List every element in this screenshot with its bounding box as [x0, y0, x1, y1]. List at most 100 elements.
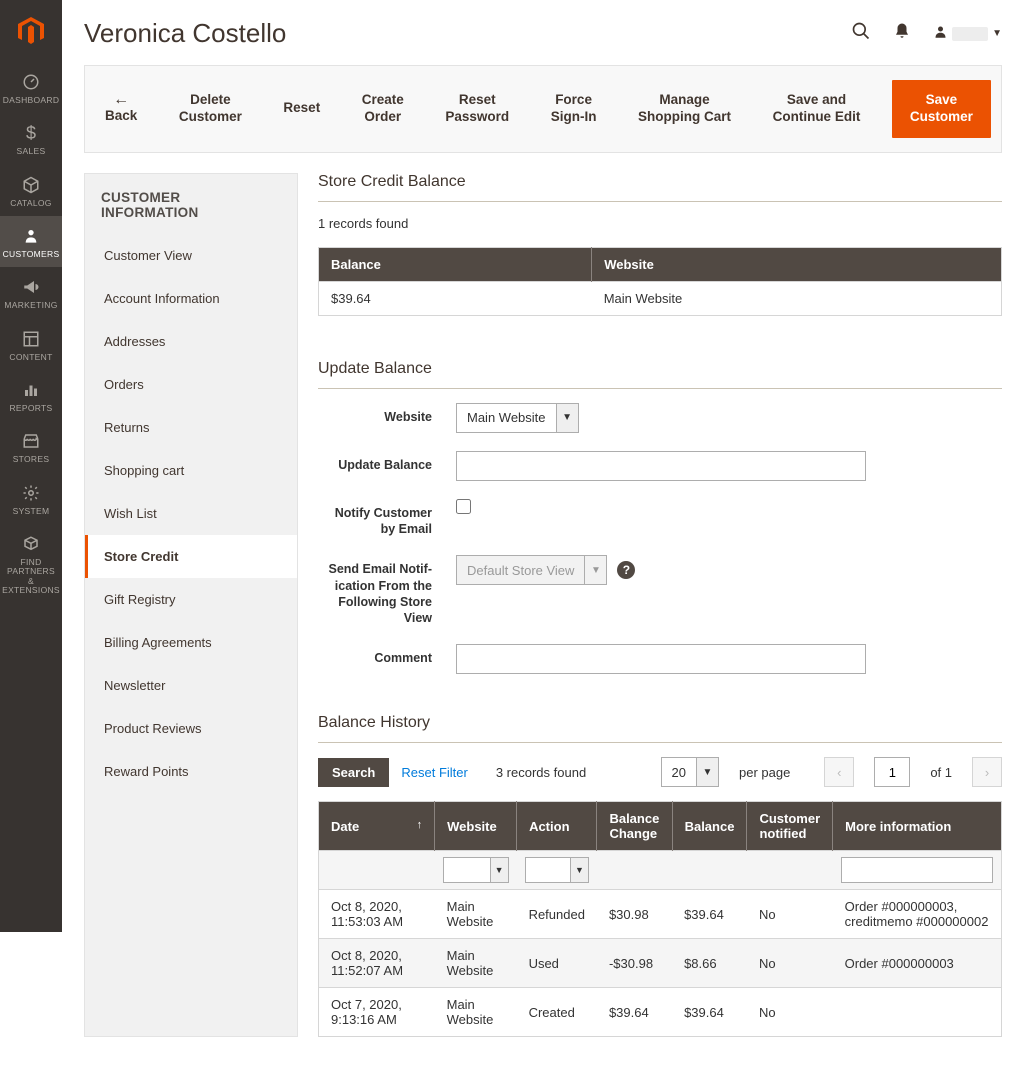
- history-row: Oct 8, 2020, 11:53:03 AM Main Website Re…: [319, 890, 1002, 939]
- delete-customer-button[interactable]: Delete Customer: [169, 86, 252, 132]
- chevron-down-icon: ▼: [570, 858, 588, 882]
- search-icon[interactable]: [851, 21, 871, 46]
- reset-password-button[interactable]: Reset Password: [435, 86, 519, 132]
- balance-col-website[interactable]: Website: [592, 247, 1002, 281]
- action-toolbar: ←Back Delete Customer Reset Create Order…: [84, 65, 1002, 153]
- avatar-icon: [933, 24, 948, 43]
- history-col-info[interactable]: More information: [833, 802, 1002, 851]
- chevron-down-icon: ▼: [584, 556, 606, 584]
- prev-page-button[interactable]: ‹: [824, 757, 854, 787]
- notify-label: Notify Customer by Email: [318, 499, 456, 538]
- tab-newsletter[interactable]: Newsletter: [85, 664, 297, 707]
- cube-icon: [22, 175, 40, 195]
- nav-dashboard[interactable]: DASHBOARD: [0, 62, 62, 113]
- tabs-title: CUSTOMER INFORMATION: [85, 174, 297, 234]
- history-col-notified[interactable]: Customer notified: [747, 802, 833, 851]
- website-label: Website: [318, 403, 456, 425]
- filter-action-select[interactable]: ▼: [525, 857, 589, 883]
- nav-sales[interactable]: $SALES: [0, 113, 62, 164]
- reset-filter-link[interactable]: Reset Filter: [401, 765, 467, 780]
- notify-checkbox[interactable]: [456, 499, 471, 514]
- nav-system[interactable]: SYSTEM: [0, 473, 62, 524]
- history-row: Oct 8, 2020, 11:52:07 AM Main Website Us…: [319, 939, 1002, 988]
- tab-store-credit[interactable]: Store Credit: [85, 535, 297, 578]
- tab-customer-view[interactable]: Customer View: [85, 234, 297, 277]
- tab-account-info[interactable]: Account Information: [85, 277, 297, 320]
- balance-row: $39.64 Main Website: [319, 281, 1002, 315]
- tab-gift-registry[interactable]: Gift Registry: [85, 578, 297, 621]
- bars-icon: [22, 380, 40, 400]
- magento-logo[interactable]: [0, 0, 62, 62]
- save-continue-button[interactable]: Save and Continue Edit: [763, 86, 871, 132]
- per-page-label: per page: [739, 765, 790, 780]
- history-table: Date↑ Website Action Balance Change Bala…: [318, 801, 1002, 1037]
- comment-input[interactable]: [456, 644, 866, 674]
- nav-customers[interactable]: CUSTOMERS: [0, 216, 62, 267]
- tab-product-reviews[interactable]: Product Reviews: [85, 707, 297, 750]
- chevron-down-icon: ▼: [490, 858, 508, 882]
- tab-shopping-cart[interactable]: Shopping cart: [85, 449, 297, 492]
- history-col-balance[interactable]: Balance: [672, 802, 747, 851]
- history-toolbar: Search Reset Filter 3 records found 20 ▼…: [318, 757, 1002, 787]
- create-order-button[interactable]: Create Order: [352, 86, 414, 132]
- filter-website-select[interactable]: ▼: [443, 857, 509, 883]
- storeview-label: Send Email Notif­ication From the Follow…: [318, 555, 456, 626]
- history-row: Oct 7, 2020, 9:13:16 AM Main Website Cre…: [319, 988, 1002, 1037]
- history-col-action[interactable]: Action: [517, 802, 597, 851]
- balance-records-found: 1 records found: [318, 216, 1002, 231]
- chevron-down-icon: ▼: [556, 404, 578, 432]
- chevron-down-icon: ▼: [696, 758, 718, 786]
- chevron-down-icon: ▼: [992, 28, 1002, 39]
- tab-reward-points[interactable]: Reward Points: [85, 750, 297, 793]
- gear-icon: [22, 483, 40, 503]
- account-menu[interactable]: ▼: [933, 24, 1002, 43]
- nav-reports[interactable]: REPORTS: [0, 370, 62, 421]
- website-select[interactable]: Main Website ▼: [456, 403, 579, 433]
- back-button[interactable]: ←Back: [95, 86, 147, 131]
- store-icon: [22, 431, 40, 451]
- nav-stores[interactable]: STORES: [0, 421, 62, 472]
- storeview-select[interactable]: Default Store View ▼: [456, 555, 607, 585]
- nav-content[interactable]: CONTENT: [0, 319, 62, 370]
- update-section-title: Update Balance: [318, 360, 1002, 389]
- save-customer-button[interactable]: Save Customer: [892, 80, 991, 138]
- nav-catalog[interactable]: CATALOG: [0, 165, 62, 216]
- comment-label: Comment: [318, 644, 456, 666]
- update-balance-input[interactable]: [456, 451, 866, 481]
- filter-info-input[interactable]: [841, 857, 993, 883]
- tab-wish-list[interactable]: Wish List: [85, 492, 297, 535]
- sort-arrow-icon: ↑: [417, 819, 423, 831]
- history-col-change[interactable]: Balance Change: [597, 802, 672, 851]
- history-filter-row: ▼ ▼: [319, 851, 1002, 890]
- notifications-icon[interactable]: [893, 22, 911, 45]
- tab-billing-agreements[interactable]: Billing Agreements: [85, 621, 297, 664]
- history-col-date[interactable]: Date↑: [319, 802, 435, 851]
- page-header: Veronica Costello ▼: [84, 0, 1002, 59]
- person-icon: [23, 226, 39, 246]
- tab-addresses[interactable]: Addresses: [85, 320, 297, 363]
- customer-info-tabs: CUSTOMER INFORMATION Customer View Accou…: [84, 173, 298, 1038]
- next-page-button[interactable]: ›: [972, 757, 1002, 787]
- page-title: Veronica Costello: [84, 18, 851, 49]
- page-input[interactable]: [874, 757, 910, 787]
- layout-icon: [22, 329, 40, 349]
- history-records-found: 3 records found: [496, 765, 586, 780]
- search-button[interactable]: Search: [318, 758, 389, 787]
- force-signin-button[interactable]: Force Sign-In: [541, 86, 607, 132]
- tab-returns[interactable]: Returns: [85, 406, 297, 449]
- gauge-icon: [22, 72, 40, 92]
- history-col-website[interactable]: Website: [435, 802, 517, 851]
- history-section-title: Balance History: [318, 714, 1002, 743]
- balance-cell-balance: $39.64: [319, 281, 592, 315]
- reset-button[interactable]: Reset: [273, 94, 330, 123]
- tab-orders[interactable]: Orders: [85, 363, 297, 406]
- nav-marketing[interactable]: MARKETING: [0, 267, 62, 318]
- arrow-left-icon: ←: [105, 92, 137, 108]
- dollar-icon: $: [26, 123, 36, 143]
- nav-partners[interactable]: FIND PARTNERS & EXTENSIONS: [0, 524, 62, 603]
- help-icon[interactable]: ?: [617, 561, 635, 579]
- balance-section-title: Store Credit Balance: [318, 173, 1002, 202]
- per-page-select[interactable]: 20 ▼: [661, 757, 719, 787]
- manage-cart-button[interactable]: Manage Shopping Cart: [628, 86, 741, 132]
- balance-col-balance[interactable]: Balance: [319, 247, 592, 281]
